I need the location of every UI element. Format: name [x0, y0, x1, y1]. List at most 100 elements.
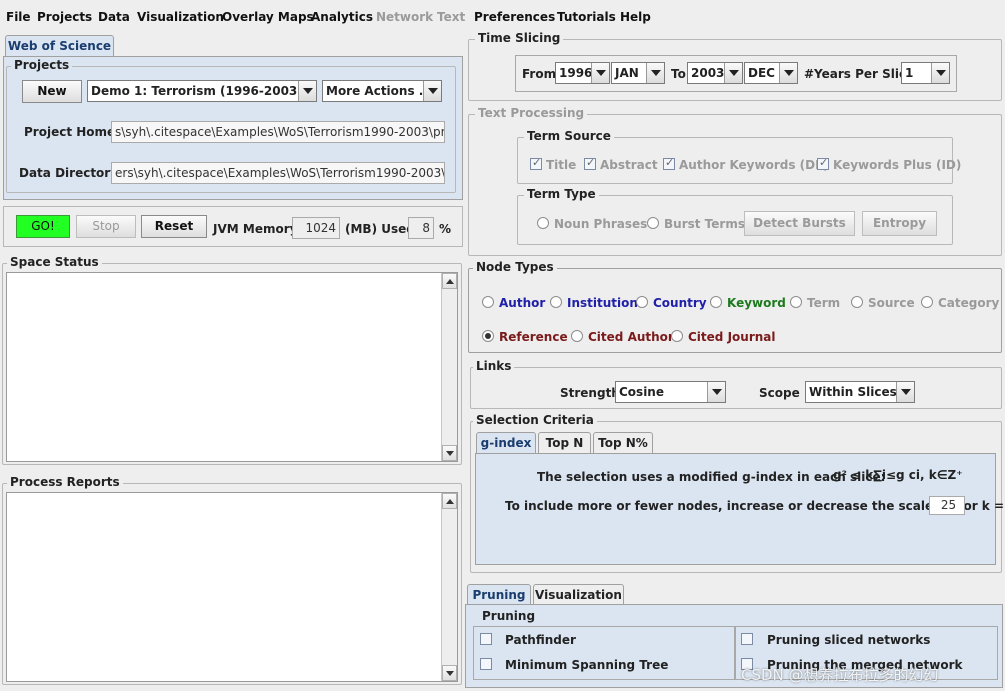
to-label: To: [671, 67, 686, 81]
category-label: Category: [938, 296, 1000, 310]
to-year-select[interactable]: 2003: [687, 62, 743, 84]
scope-value: Within Slices: [809, 385, 897, 399]
entropy-button[interactable]: Entropy: [862, 211, 937, 236]
selection-criteria-legend: Selection Criteria: [473, 413, 597, 427]
chevron-down-icon: [298, 81, 316, 101]
menu-text[interactable]: Text: [437, 10, 465, 24]
percent-label: %: [439, 222, 452, 236]
used-value: 8: [408, 217, 434, 239]
institution-label: Institution: [567, 296, 638, 310]
cited-journal-radio[interactable]: [671, 330, 683, 342]
abstract-checkbox[interactable]: [584, 156, 596, 170]
pruning-legend: Pruning: [482, 609, 536, 623]
country-radio[interactable]: [636, 296, 648, 308]
space-status-scrollbar[interactable]: [441, 273, 457, 461]
strength-select[interactable]: Cosine: [615, 381, 726, 403]
author-label: Author: [499, 296, 546, 310]
process-reports-scrollbar[interactable]: [441, 493, 457, 681]
go-button[interactable]: GO!: [16, 215, 70, 238]
tab-top-n-percent[interactable]: Top N%: [593, 432, 653, 454]
pathfinder-checkbox[interactable]: [480, 633, 492, 645]
more-actions-value: More Actions ...: [326, 84, 433, 98]
menu-network[interactable]: Network: [376, 10, 433, 24]
author-radio[interactable]: [482, 296, 494, 308]
menu-preferences[interactable]: Preferences: [474, 10, 555, 24]
to-year-value: 2003: [691, 66, 725, 80]
node-types-legend: Node Types: [473, 260, 557, 274]
scope-label: Scope: [759, 386, 800, 400]
menu-bar: File Projects Data Visualization Overlay…: [0, 0, 1005, 34]
keywords-plus-label: Keywords Plus (ID): [833, 158, 962, 172]
years-per-slice-select[interactable]: 1: [901, 62, 950, 84]
keyword-radio[interactable]: [710, 296, 722, 308]
cited-author-radio[interactable]: [571, 330, 583, 342]
tab-pruning[interactable]: Pruning: [467, 584, 531, 606]
mst-checkbox[interactable]: [480, 658, 492, 670]
menu-help[interactable]: Help: [620, 10, 651, 24]
data-directory-field[interactable]: ers\syh\.citespace\Examples\WoS\Terroris…: [111, 162, 445, 184]
scope-select[interactable]: Within Slices: [805, 381, 915, 403]
more-actions-select[interactable]: More Actions ...: [322, 80, 442, 102]
from-year-select[interactable]: 1996: [555, 62, 610, 84]
cited-author-label: Cited Author: [588, 330, 674, 344]
stop-button[interactable]: Stop: [76, 215, 136, 238]
reference-radio[interactable]: [482, 330, 494, 342]
menu-data[interactable]: Data: [98, 10, 130, 24]
project-select[interactable]: Demo 1: Terrorism (1996-2003): [87, 80, 317, 102]
scroll-up-icon[interactable]: [442, 273, 457, 289]
keywords-plus-checkbox[interactable]: [817, 156, 829, 170]
time-slicing-legend: Time Slicing: [475, 31, 564, 45]
menu-projects[interactable]: Projects: [37, 10, 92, 24]
years-per-slice-value: 1: [905, 66, 914, 80]
project-home-field[interactable]: s\syh\.citespace\Examples\WoS\Terrorism1…: [111, 121, 445, 143]
institution-radio[interactable]: [550, 296, 562, 308]
from-label: From: [522, 67, 557, 81]
tab-visualization[interactable]: Visualization: [533, 584, 624, 606]
strength-value: Cosine: [619, 385, 664, 399]
pruning-sliced-checkbox[interactable]: [741, 633, 753, 645]
to-month-select[interactable]: DEC: [744, 62, 798, 84]
chevron-down-icon: [707, 382, 725, 402]
new-project-button[interactable]: New: [22, 80, 82, 103]
scroll-down-icon[interactable]: [442, 445, 457, 461]
category-radio[interactable]: [921, 296, 933, 308]
menu-tutorials[interactable]: Tutorials: [557, 10, 616, 24]
title-checkbox[interactable]: [530, 156, 542, 170]
from-month-select[interactable]: JAN: [611, 62, 665, 84]
menu-visualization[interactable]: Visualization: [137, 10, 224, 24]
keyword-label: Keyword: [727, 296, 786, 310]
strength-label: Strength: [560, 386, 620, 400]
scale-factor-k-input[interactable]: 25: [929, 496, 965, 515]
title-label: Title: [546, 158, 577, 172]
detect-bursts-button[interactable]: Detect Bursts: [744, 211, 855, 236]
reset-button[interactable]: Reset: [141, 215, 207, 238]
tab-g-index[interactable]: g-index: [476, 432, 536, 454]
author-keywords-checkbox[interactable]: [663, 156, 675, 170]
data-directory-label: Data Directory:: [19, 166, 123, 180]
menu-analytics[interactable]: Analytics: [311, 10, 373, 24]
mst-label: Minimum Spanning Tree: [505, 658, 669, 672]
tab-top-n[interactable]: Top N: [538, 432, 591, 454]
term-type-legend: Term Type: [524, 187, 599, 201]
pruning-sliced-label: Pruning sliced networks: [767, 633, 931, 647]
source-label: Source: [868, 296, 915, 310]
project-home-label: Project Home:: [24, 125, 120, 139]
scroll-down-icon[interactable]: [442, 665, 457, 681]
noun-phrases-radio[interactable]: [537, 217, 549, 229]
pathfinder-label: Pathfinder: [505, 633, 576, 647]
reference-label: Reference: [499, 330, 568, 344]
scroll-up-icon[interactable]: [442, 493, 457, 509]
burst-terms-radio[interactable]: [647, 217, 659, 229]
menu-file[interactable]: File: [6, 10, 31, 24]
author-keywords-label: Author Keywords (DE): [679, 158, 829, 172]
menu-overlay-maps[interactable]: Overlay Maps: [222, 10, 314, 24]
term-radio[interactable]: [790, 296, 802, 308]
chevron-down-icon: [779, 63, 797, 83]
process-reports-area[interactable]: [6, 492, 458, 682]
projects-legend: Projects: [11, 58, 73, 72]
space-status-area[interactable]: [6, 272, 458, 462]
chevron-down-icon: [646, 63, 664, 83]
abstract-label: Abstract: [600, 158, 658, 172]
tab-web-of-science[interactable]: Web of Science: [5, 35, 114, 57]
source-radio[interactable]: [851, 296, 863, 308]
